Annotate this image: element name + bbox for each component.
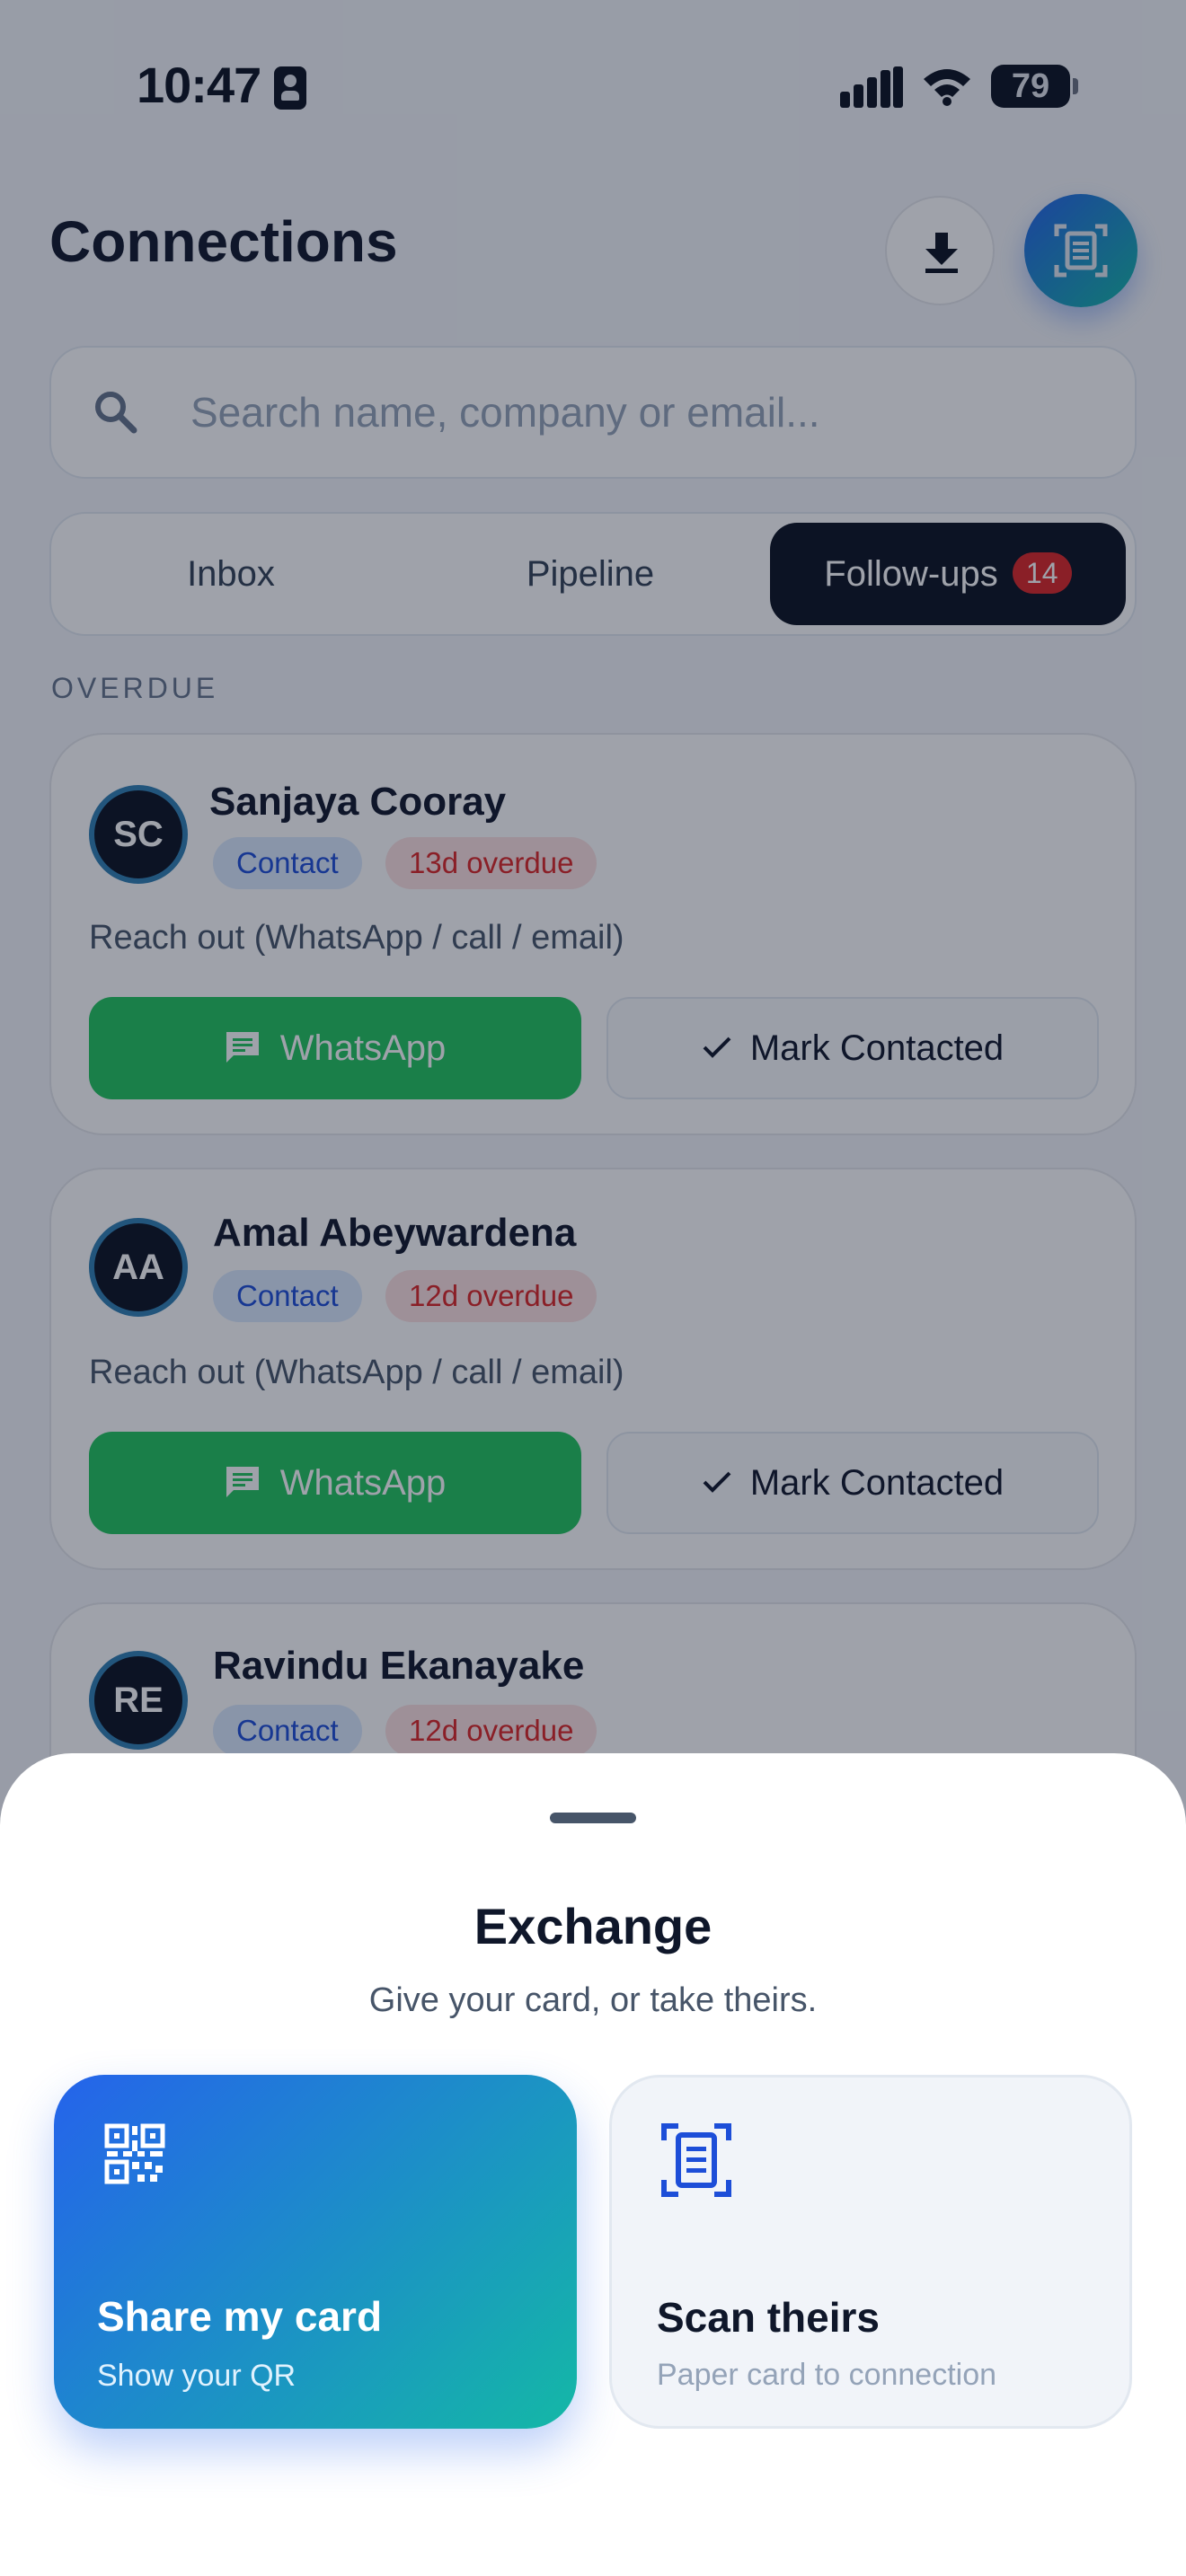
scan-theirs-option[interactable]: Scan theirs Paper card to connection [609, 2075, 1132, 2429]
scan-theirs-subtitle: Paper card to connection [657, 2358, 997, 2392]
share-my-card-title: Share my card [97, 2293, 383, 2340]
sheet-subtitle: Give your card, or take theirs. [368, 1981, 818, 2019]
exchange-bottom-sheet: Exchange Give your card, or take theirs. [0, 1753, 1186, 2576]
qr-code-icon [104, 2123, 165, 2184]
sheet-drag-handle[interactable] [550, 1813, 636, 1823]
scan-theirs-title: Scan theirs [657, 2294, 880, 2341]
screen: 10:47 79 Connections Search name, compan… [0, 0, 1186, 2576]
document-scanner-icon [661, 2123, 731, 2197]
share-my-card-subtitle: Show your QR [97, 2359, 296, 2393]
sheet-title: Exchange [474, 1898, 712, 1954]
share-my-card-option[interactable]: Share my card Show your QR [54, 2075, 577, 2429]
